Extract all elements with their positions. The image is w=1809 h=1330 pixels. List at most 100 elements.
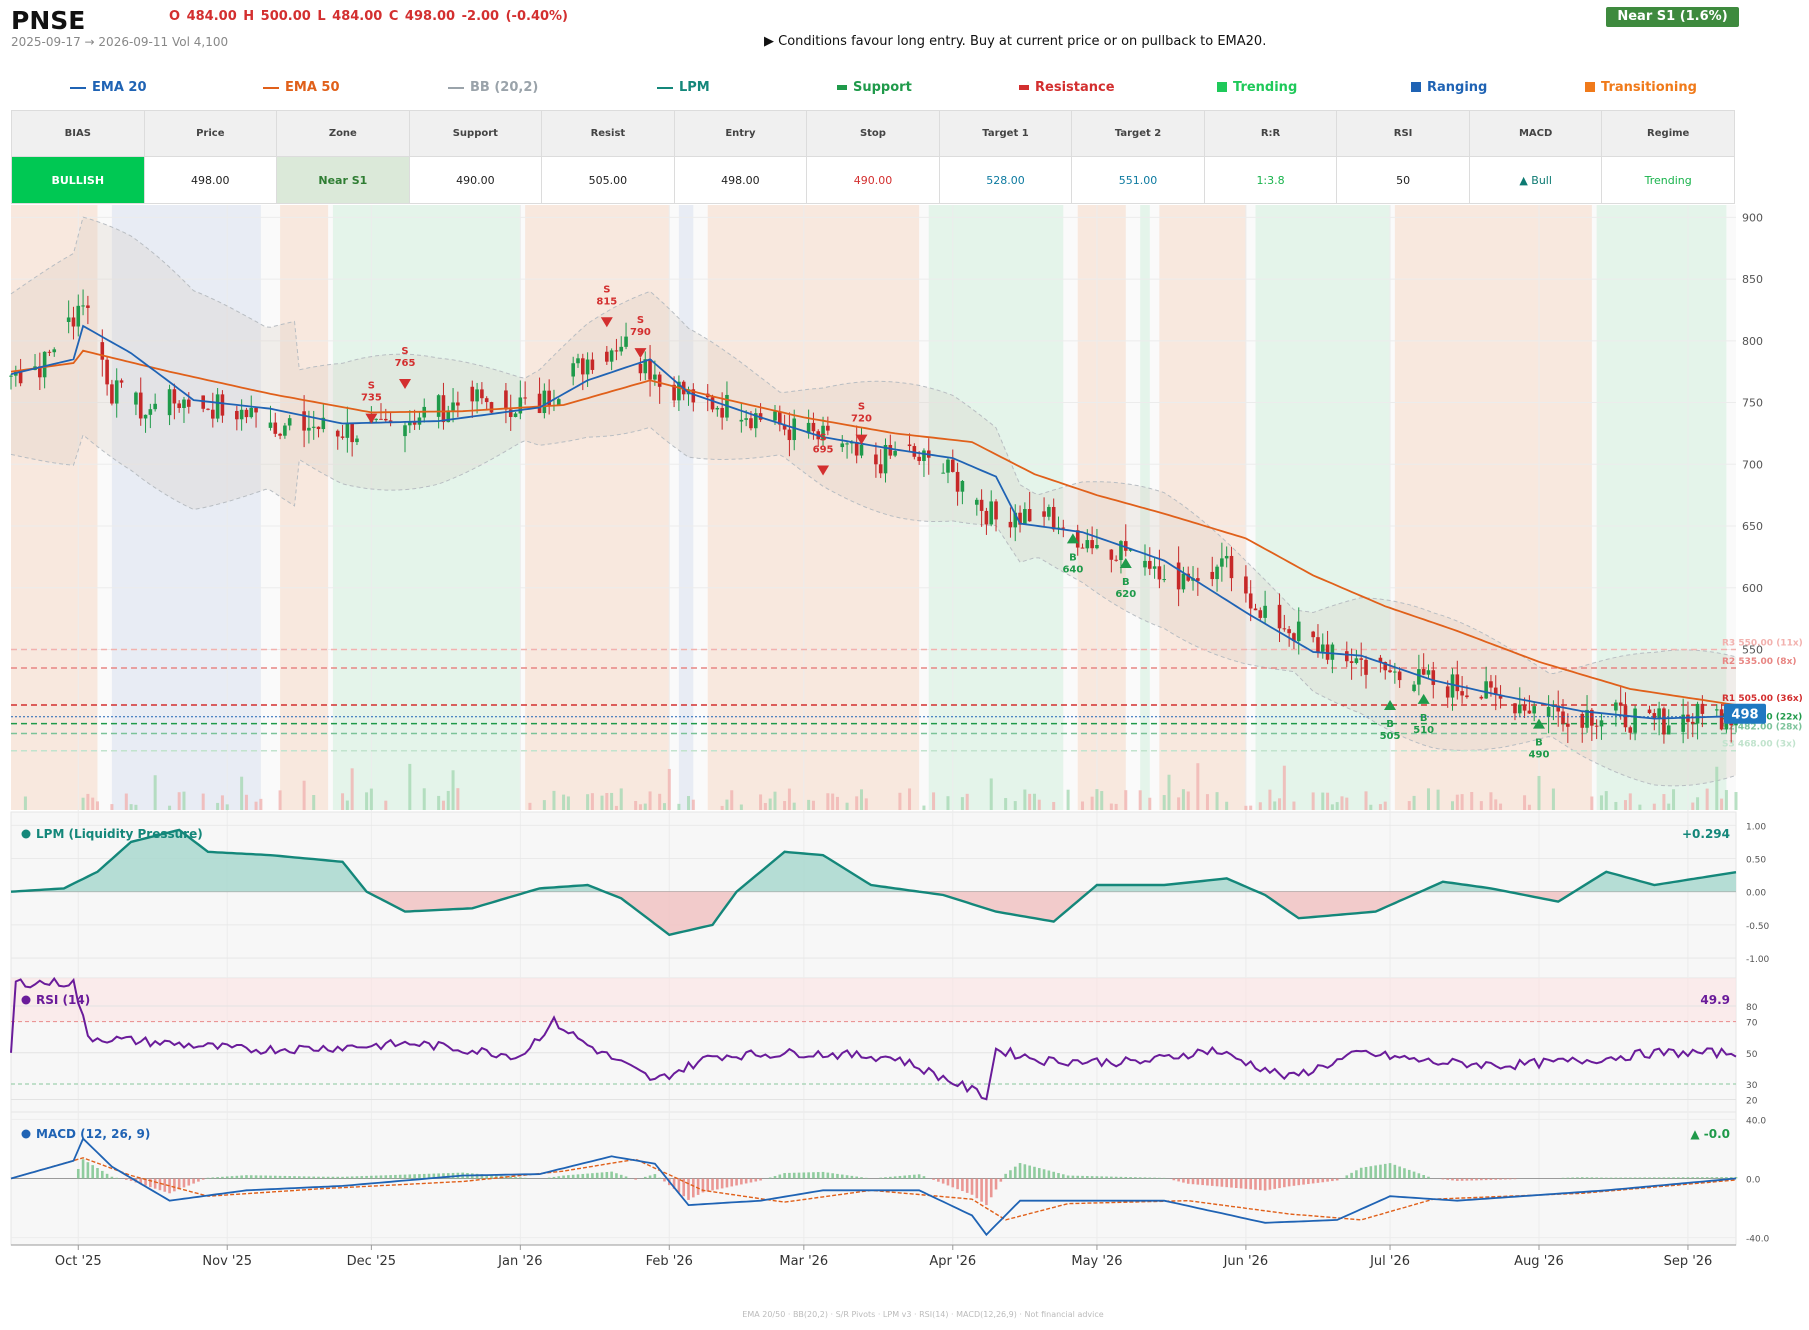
buy-marker-value: 620: [1115, 589, 1136, 600]
macd-histogram-bar: [1196, 1178, 1200, 1185]
volume-bar: [908, 788, 912, 810]
lpm-title: LPM (Liquidity Pressure): [36, 827, 203, 841]
macd-histogram-bar: [1009, 1170, 1012, 1179]
x-tick-label: Mar '26: [779, 1254, 828, 1269]
candle-body: [1359, 658, 1364, 660]
volume-bar: [1028, 793, 1032, 810]
macd-histogram-bar: [1407, 1169, 1411, 1179]
volume-bar: [1225, 801, 1229, 810]
macd-histogram-bar: [1307, 1178, 1310, 1185]
candle-body: [1224, 555, 1229, 559]
macd-tick-label: -40.0: [1746, 1235, 1770, 1245]
candle-body: [1662, 708, 1666, 735]
candle-body: [1618, 702, 1623, 706]
volume-bar: [1100, 791, 1104, 810]
macd-histogram-bar: [1484, 1178, 1488, 1181]
macd-histogram-bar: [1725, 1177, 1728, 1179]
candle-body: [504, 390, 508, 410]
x-tick-label: Sep '26: [1664, 1254, 1713, 1269]
macd-histogram-bar: [1705, 1177, 1709, 1179]
volume-bar: [1523, 795, 1527, 810]
volume-bar: [1667, 803, 1671, 810]
lpm-tick-label: -1.00: [1746, 955, 1770, 965]
candle-body: [441, 395, 446, 423]
value-rsi: 50: [1336, 156, 1470, 204]
candle-body: [1561, 711, 1565, 724]
macd-histogram-bar: [1311, 1178, 1315, 1184]
candle-body: [278, 433, 282, 436]
macd-histogram-bar: [595, 1172, 599, 1179]
macd-histogram-bar: [754, 1178, 758, 1182]
candle-body: [480, 389, 484, 399]
transitioning-swatch: [1585, 82, 1595, 92]
candle-body: [114, 380, 119, 404]
volume-bar: [129, 804, 133, 810]
macd-histogram-bar: [206, 1177, 210, 1179]
macd-histogram-bar: [663, 1178, 666, 1182]
candle-body: [1023, 509, 1027, 525]
macd-histogram-bar: [1004, 1173, 1007, 1179]
candle-body: [946, 459, 950, 473]
candle-body: [537, 393, 542, 414]
volume-bar: [1623, 800, 1627, 810]
legend-bb: BB (20,2): [448, 80, 538, 95]
macd-histogram-bar: [216, 1177, 219, 1179]
volume-bar: [1551, 788, 1555, 810]
volume-bar: [528, 802, 532, 810]
candle-body: [1580, 713, 1585, 728]
volume-bar: [1696, 797, 1700, 810]
macd-histogram-bar: [1090, 1176, 1094, 1179]
candle-body: [1320, 644, 1325, 652]
volume-bar: [1494, 799, 1498, 810]
volume-bar: [634, 800, 638, 810]
x-tick-label: Jul '26: [1369, 1254, 1410, 1269]
macd-histogram-bar: [836, 1173, 839, 1179]
volume-bar: [811, 800, 815, 810]
volume-bar: [81, 797, 85, 810]
volume-bar: [1273, 801, 1277, 810]
macd-histogram-bar: [1657, 1177, 1661, 1179]
rsi-tick-label: 30: [1746, 1081, 1758, 1091]
support-swatch: [837, 85, 847, 90]
candle-body: [1532, 706, 1536, 714]
volume-bar: [456, 788, 460, 810]
candle-body: [556, 399, 561, 406]
macd-histogram-bar: [1595, 1177, 1598, 1179]
volume-bar: [643, 803, 647, 810]
macd-histogram-bar: [1326, 1178, 1329, 1182]
volume-bar: [1138, 790, 1142, 810]
macd-histogram-bar: [1186, 1178, 1190, 1184]
macd-histogram-bar: [1037, 1168, 1041, 1179]
volume-bar: [835, 796, 839, 810]
legend-ema50: EMA 50: [263, 80, 340, 95]
macd-histogram-bar: [913, 1174, 916, 1179]
macd-histogram-bar: [711, 1178, 714, 1191]
candle-body: [1690, 721, 1695, 724]
sell-marker-tag: S: [368, 381, 375, 392]
candle-body: [172, 389, 177, 404]
macd-histogram-bar: [1561, 1177, 1565, 1179]
header-resist: Resist: [541, 110, 675, 157]
macd-tick-label: 40.0: [1746, 1116, 1766, 1126]
macd-histogram-bar: [999, 1178, 1003, 1182]
volume-bar: [302, 780, 306, 810]
sell-marker-value: 815: [596, 296, 617, 307]
candle-body: [1008, 521, 1013, 528]
macd-histogram-bar: [898, 1175, 902, 1179]
candle-body: [1051, 506, 1056, 530]
candle-body: [1426, 670, 1431, 675]
macd-histogram-bar: [1110, 1176, 1113, 1179]
volume-bar: [1715, 766, 1719, 810]
volume-bar: [1604, 791, 1608, 810]
buy-marker-value: 505: [1380, 731, 1401, 742]
macd-histogram-bar: [1633, 1177, 1637, 1179]
zone-badge: Near S1 (1.6%): [1606, 7, 1739, 27]
legend-trending: Trending: [1217, 80, 1297, 95]
macd-histogram-bar: [797, 1172, 801, 1179]
macd-histogram-bar: [1403, 1168, 1406, 1179]
candle-body: [950, 459, 955, 472]
macd-histogram-bar: [840, 1174, 844, 1179]
volume-bar: [182, 791, 186, 810]
candle-body: [744, 418, 748, 420]
volume-bar: [451, 770, 455, 810]
